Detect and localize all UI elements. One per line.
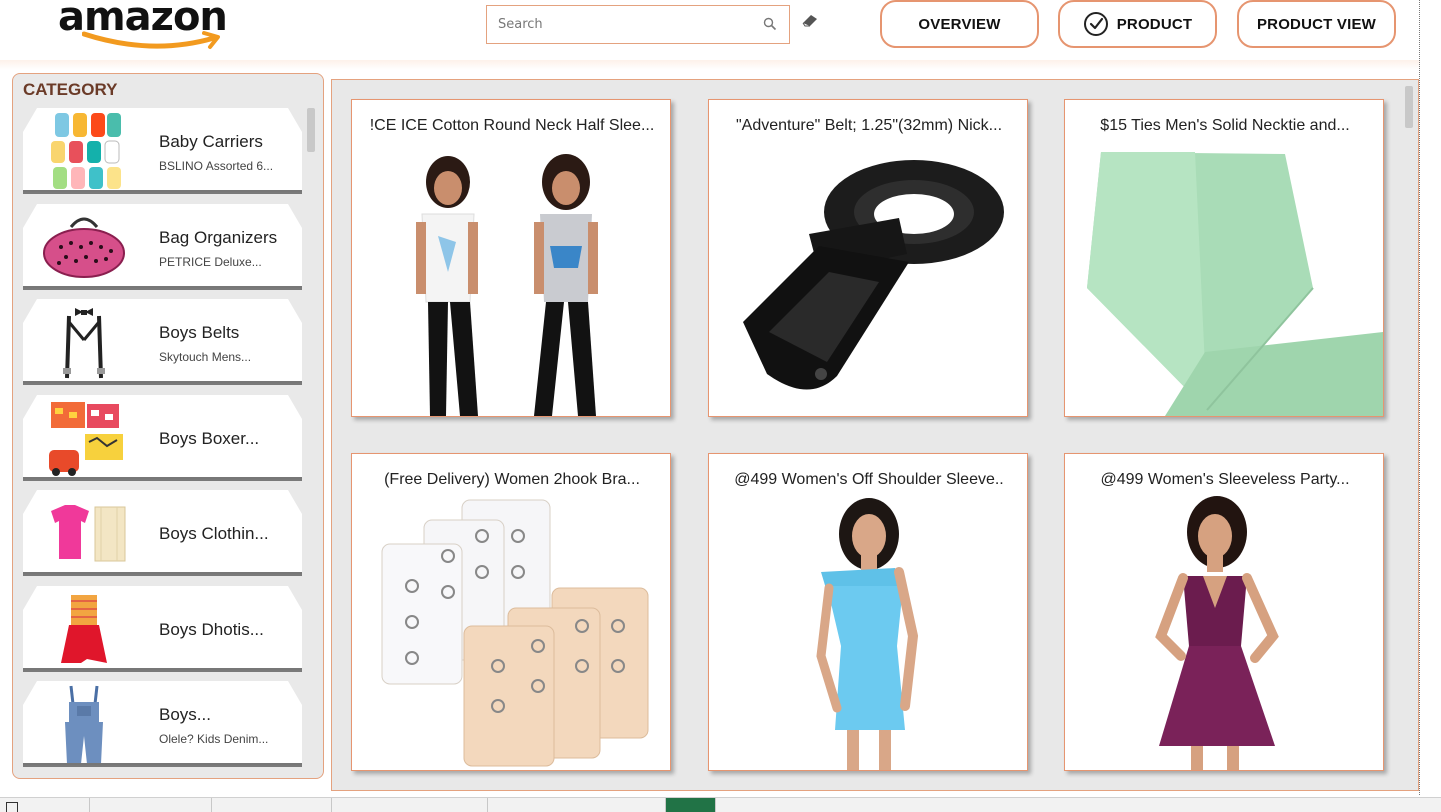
purple-lace-dress-image: [1155, 496, 1279, 770]
boys-shirt-image: [41, 493, 127, 573]
denim-overalls-image: [41, 684, 127, 764]
category-item-boys-boxer[interactable]: Boys Boxer...: [23, 395, 302, 481]
product-card[interactable]: "Adventure" Belt; 1.25"(32mm) Nick...: [708, 99, 1028, 417]
product-card[interactable]: @499 Women's Off Shoulder Sleeve..: [708, 453, 1028, 771]
category-item-sub: Skytouch Mens...: [159, 350, 252, 364]
product-card[interactable]: !CE ICE Cotton Round Neck Half Slee...: [351, 99, 671, 417]
category-list: Baby Carriers BSLINO Assorted 6... Bag O…: [23, 108, 302, 768]
sheet-tab-bar: [0, 797, 1441, 812]
search-box[interactable]: [486, 5, 790, 44]
category-item-boys-dhotis[interactable]: Boys Dhotis...: [23, 586, 302, 672]
category-item-boys-clothing[interactable]: Boys Clothin...: [23, 490, 302, 576]
product-button[interactable]: PRODUCT: [1058, 0, 1217, 48]
search-input[interactable]: [488, 7, 750, 42]
category-item-bag-organizers[interactable]: Bag Organizers PETRICE Deluxe...: [23, 204, 302, 290]
category-item-boys-belts[interactable]: Boys Belts Skytouch Mens...: [23, 299, 302, 385]
product-grid-scrollbar[interactable]: [1405, 86, 1413, 128]
product-card[interactable]: $15 Ties Men's Solid Necktie and...: [1064, 99, 1384, 417]
product-title: (Free Delivery) Women 2hook Bra...: [384, 471, 640, 488]
category-panel: CATEGORY Baby Carriers BSLINO Assorted 6…: [12, 73, 324, 779]
category-item-label: Boys Belts: [159, 323, 240, 342]
sheet-tab-active[interactable]: [666, 798, 716, 812]
category-item-boys-denim[interactable]: Boys... Olele? Kids Denim...: [23, 681, 302, 767]
product-title: @499 Women's Off Shoulder Sleeve..: [734, 471, 1004, 488]
product-title: @499 Women's Sleeveless Party...: [1100, 471, 1350, 488]
eraser-icon[interactable]: [802, 14, 818, 28]
amazon-logo: amazon: [58, 0, 248, 54]
boxer-shorts-image: [41, 398, 127, 478]
mint-necktie-image: [1087, 152, 1383, 416]
product-card[interactable]: @499 Women's Sleeveless Party...: [1064, 453, 1384, 771]
kids-tshirt-image: [416, 154, 598, 416]
black-belt-image: [743, 160, 1004, 390]
page-edge-dotted-line: [1419, 0, 1420, 795]
category-item-label: Boys Clothin...: [159, 524, 269, 543]
category-scrollbar[interactable]: [307, 108, 315, 152]
category-item-label: Boys Boxer...: [159, 429, 260, 448]
baby-socks-image: [41, 111, 127, 191]
product-view-button[interactable]: PRODUCT VIEW: [1237, 0, 1396, 48]
product-title: !CE ICE Cotton Round Neck Half Slee...: [369, 117, 655, 134]
category-item-sub: PETRICE Deluxe...: [159, 255, 262, 269]
category-title: CATEGORY: [23, 80, 118, 99]
boys-dhoti-image: [41, 589, 127, 669]
search-icon[interactable]: [763, 17, 777, 31]
category-item-label: Boys...: [159, 705, 211, 724]
suspenders-image: [41, 302, 127, 382]
check-circle-icon: [1083, 12, 1108, 36]
category-item-sub: Olele? Kids Denim...: [159, 732, 269, 746]
category-item-baby-carriers[interactable]: Baby Carriers BSLINO Assorted 6...: [23, 108, 302, 194]
sheet-tab[interactable]: [0, 798, 90, 812]
product-title: $15 Ties Men's Solid Necktie and...: [1100, 117, 1350, 134]
product-view-label: PRODUCT VIEW: [1256, 15, 1377, 33]
overview-button[interactable]: OVERVIEW: [880, 0, 1039, 48]
category-item-sub: BSLINO Assorted 6...: [159, 159, 274, 173]
category-item-label: Boys Dhotis...: [159, 620, 264, 639]
product-label: PRODUCT: [1116, 15, 1193, 33]
logo-smile-icon: [82, 31, 220, 49]
product-grid: !CE ICE Cotton Round Neck Half Slee... "…: [331, 79, 1419, 791]
product-title: "Adventure" Belt; 1.25"(32mm) Nick...: [735, 117, 1003, 134]
sheet-tab[interactable]: [488, 798, 666, 812]
sheet-tab[interactable]: [332, 798, 488, 812]
sheet-tab[interactable]: [90, 798, 212, 812]
header: amazon OVERVIEW PRODUCT PRODUCT VIEW: [0, 0, 1441, 70]
category-item-label: Baby Carriers: [159, 132, 263, 151]
header-band: [0, 60, 1420, 70]
blue-off-shoulder-dress-image: [816, 498, 919, 770]
product-card[interactable]: (Free Delivery) Women 2hook Bra...: [351, 453, 671, 771]
bra-hook-extender-image: [381, 499, 649, 767]
category-item-label: Bag Organizers: [159, 228, 278, 247]
bag-organizer-image: [41, 207, 127, 287]
sheet-tab[interactable]: [212, 798, 332, 812]
overview-label: OVERVIEW: [918, 15, 1001, 33]
